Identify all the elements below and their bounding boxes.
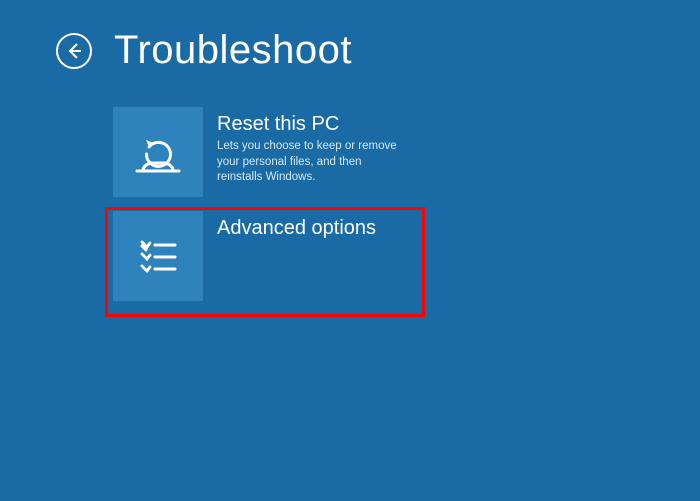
advanced-options-icon (113, 211, 203, 301)
option-title: Advanced options (217, 217, 376, 240)
option-advanced-options[interactable]: Advanced options (113, 211, 425, 301)
option-body: Reset this PC Lets you choose to keep or… (203, 107, 407, 197)
option-body: Advanced options (203, 211, 376, 301)
page-title: Troubleshoot (114, 28, 352, 73)
reset-pc-icon (113, 107, 203, 197)
back-button[interactable] (56, 33, 92, 69)
option-title: Reset this PC (217, 113, 407, 136)
option-reset-this-pc[interactable]: Reset this PC Lets you choose to keep or… (113, 107, 425, 197)
option-description: Lets you choose to keep or remove your p… (217, 139, 407, 186)
options-list: Reset this PC Lets you choose to keep or… (0, 73, 700, 301)
back-arrow-icon (64, 41, 84, 61)
header: Troubleshoot (0, 0, 700, 73)
